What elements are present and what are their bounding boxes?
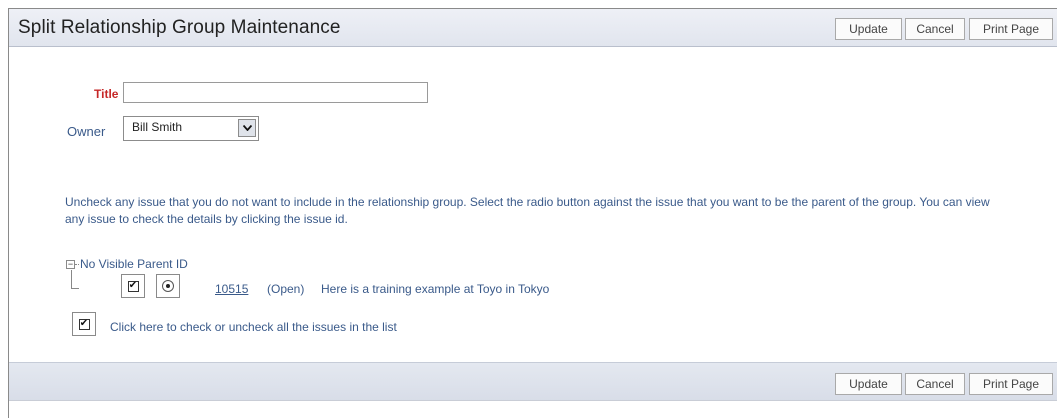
owner-selected-value: Bill Smith <box>132 120 183 134</box>
tree-group-label: No Visible Parent ID <box>80 257 188 271</box>
update-button[interactable]: Update <box>835 18 902 40</box>
instructions-text: Uncheck any issue that you do not want t… <box>65 195 990 226</box>
footer-print-page-button[interactable]: Print Page <box>969 373 1053 395</box>
print-page-button[interactable]: Print Page <box>969 18 1053 40</box>
issue-description: Here is a training example at Toyo in To… <box>321 282 550 296</box>
issue-include-checkbox[interactable]: ✔ <box>121 274 145 298</box>
check-icon: ✔ <box>79 318 89 329</box>
window-frame: Split Relationship Group Maintenance Upd… <box>8 8 1057 420</box>
page-title: Split Relationship Group Maintenance <box>18 17 341 38</box>
tree-connector <box>75 264 79 265</box>
check-icon: ✔ <box>128 280 138 291</box>
collapse-icon[interactable]: − <box>66 260 75 269</box>
issue-id-link[interactable]: 10515 <box>215 282 248 296</box>
header-bar: Split Relationship Group Maintenance Upd… <box>9 9 1057 47</box>
footer-update-button[interactable]: Update <box>835 373 902 395</box>
parent-radio-button[interactable] <box>156 274 180 298</box>
owner-select[interactable]: Bill Smith <box>123 116 259 141</box>
issue-status: (Open) <box>267 282 305 296</box>
tree-branch-line <box>71 270 72 288</box>
check-all-checkbox[interactable]: ✔ <box>72 312 96 336</box>
cancel-button[interactable]: Cancel <box>905 18 965 40</box>
chevron-down-icon[interactable] <box>238 119 256 137</box>
bottom-strip <box>9 400 1057 420</box>
title-input[interactable] <box>123 82 428 103</box>
owner-label: Owner <box>67 124 106 139</box>
footer-cancel-button[interactable]: Cancel <box>905 373 965 395</box>
tree-branch-line <box>71 288 79 289</box>
title-label: Title <box>94 87 119 101</box>
check-all-label: Click here to check or uncheck all the i… <box>110 320 397 334</box>
footer-bar: Update Cancel Print Page <box>9 362 1057 401</box>
